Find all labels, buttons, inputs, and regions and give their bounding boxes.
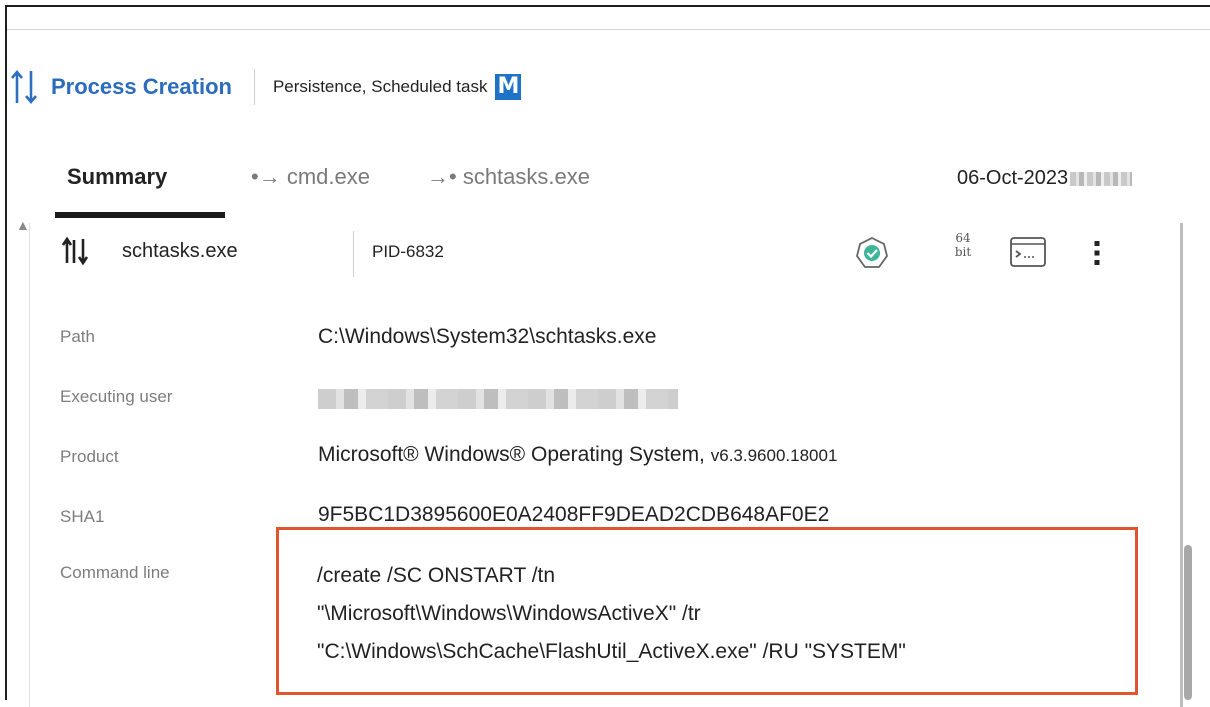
event-title: Process Creation xyxy=(51,74,232,99)
architecture-64bit-icon: 64 bit xyxy=(954,231,972,259)
product-value: Microsoft® Windows® Operating System, v6… xyxy=(318,443,838,466)
sha1-value: 9F5BC1D3895600E0A2408FF9DEAD2CDB648AF0E2 xyxy=(318,503,830,526)
command-line-text-3: "C:\Windows\SchCache\FlashUtil_ActiveX.e… xyxy=(317,640,906,663)
command-line-text-2: "\Microsoft\Windows\WindowsActiveX" /tr xyxy=(317,602,701,625)
tab-cmd-exe[interactable]: •→ cmd.exe xyxy=(251,164,370,190)
path-label: Path xyxy=(60,327,95,346)
process-icon xyxy=(61,236,89,266)
redacted-time xyxy=(1070,171,1133,186)
process-row: schtasks.exe PID-6832 64 bit xyxy=(30,223,1170,285)
event-timestamp: 06-Oct-2023 xyxy=(957,167,1133,190)
command-line-highlight: /create /SC ONSTART /tn "\Microsoft\Wind… xyxy=(276,527,1138,695)
command-line-text-1: /create /SC ONSTART /tn xyxy=(317,564,556,587)
process-details-panel: ▲ schtasks.exe PID-6832 64 bit Path C:\W… xyxy=(16,217,1183,707)
executing-user-label: Executing user xyxy=(60,387,173,406)
process-name: schtasks.exe xyxy=(122,240,238,262)
tab-schtasks-exe[interactable]: →• schtasks.exe xyxy=(427,164,590,190)
process-creation-icon xyxy=(11,69,37,105)
process-divider xyxy=(353,231,354,277)
active-tab-indicator xyxy=(55,212,225,218)
more-options-icon[interactable] xyxy=(1092,237,1102,269)
event-header: Process Creation Persistence, Scheduled … xyxy=(7,62,522,112)
tab-bar: Summary •→ cmd.exe →• schtasks.exe 06-Oc… xyxy=(7,142,1210,220)
tab-summary[interactable]: Summary xyxy=(67,164,167,190)
vertical-scrollbar[interactable] xyxy=(1184,545,1192,700)
mitre-badge-icon[interactable]: M xyxy=(495,74,522,100)
command-line-label: Command line xyxy=(60,563,170,582)
command-prompt-icon[interactable] xyxy=(1010,237,1046,267)
window: Process Creation Persistence, Scheduled … xyxy=(5,5,1210,707)
path-value: C:\Windows\System32\schtasks.exe xyxy=(318,325,657,348)
product-label: Product xyxy=(60,447,119,466)
process-pid: PID-6832 xyxy=(372,242,444,261)
header-divider xyxy=(253,69,255,105)
scroll-up-icon[interactable]: ▲ xyxy=(16,217,30,233)
signed-verified-icon[interactable] xyxy=(854,235,890,271)
event-tags: Persistence, Scheduled task xyxy=(272,77,488,96)
sha1-label: SHA1 xyxy=(60,507,105,526)
top-strip xyxy=(7,7,1210,30)
redacted-user-value xyxy=(318,389,678,409)
